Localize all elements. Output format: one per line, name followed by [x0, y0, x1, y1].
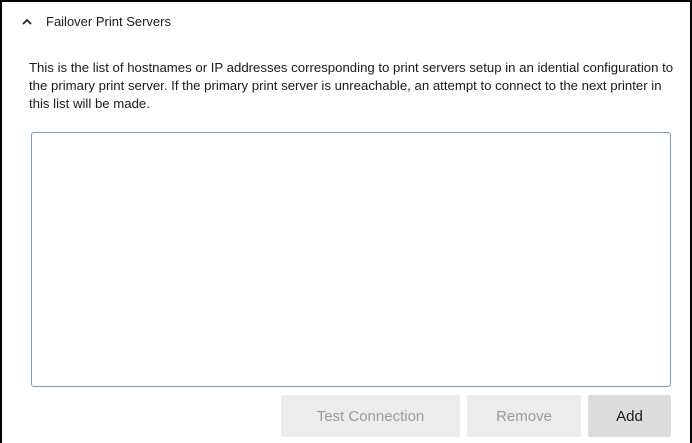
- remove-button[interactable]: Remove: [467, 395, 581, 437]
- failover-server-list[interactable]: [31, 132, 671, 387]
- test-connection-button[interactable]: Test Connection: [281, 395, 460, 437]
- section-header-failover-print-servers[interactable]: Failover Print Servers: [20, 11, 171, 31]
- section-title: Failover Print Servers: [46, 13, 171, 29]
- section-description: This is the list of hostnames or IP addr…: [29, 60, 674, 111]
- failover-panel: Failover Print Servers This is the list …: [0, 0, 692, 443]
- chevron-up-icon[interactable]: [20, 14, 34, 28]
- add-button[interactable]: Add: [588, 395, 671, 437]
